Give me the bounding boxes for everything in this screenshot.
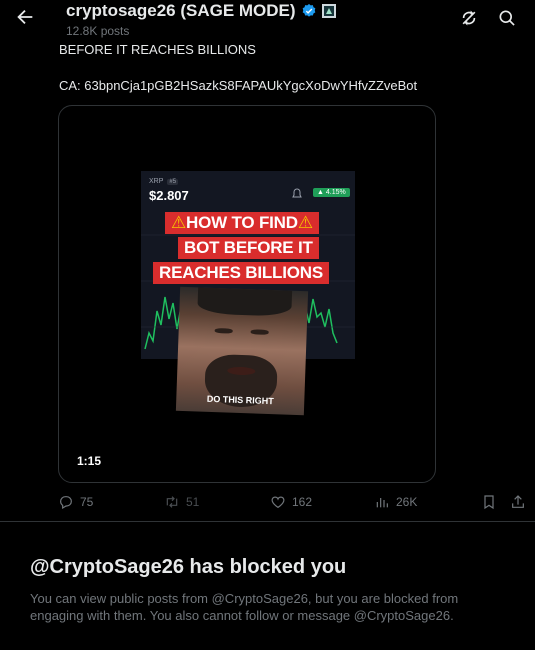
reply-icon — [60, 496, 72, 510]
verified-badge-icon — [302, 4, 315, 17]
share-icon — [512, 495, 524, 508]
presenter-face-image: DO THIS RIGHT — [175, 286, 309, 416]
refresh-icon[interactable] — [459, 8, 479, 28]
post-count: 12.8K posts — [66, 24, 130, 38]
section-divider — [0, 521, 535, 522]
warning-icon: ⚠ — [297, 213, 313, 232]
search-icon[interactable] — [497, 8, 517, 28]
blocked-notice-body: You can view public posts from @CryptoSa… — [30, 591, 459, 623]
views-icon — [376, 498, 388, 508]
like-icon — [271, 496, 285, 509]
like-button[interactable]: 162 — [270, 494, 312, 510]
blocked-notice-title: @CryptoSage26 has blocked you — [30, 556, 347, 578]
tweet-action-bar: 75 51 162 26K — [0, 494, 535, 514]
video-thumbnail: XRP #5 $2.807 ▲ 4.15% ⚠HOW TO FIND⚠ BOT B… — [141, 171, 355, 461]
profile-header: cryptosage26 (SAGE MODE) 12.8K posts — [0, 0, 535, 40]
ticker-label: XRP #5 — [149, 178, 179, 185]
percent-change-badge: ▲ 4.15% — [313, 188, 350, 197]
affiliate-badge-icon[interactable] — [321, 4, 336, 18]
repost-icon — [166, 496, 178, 508]
bookmark-icon — [484, 495, 494, 510]
views-count: 26K — [396, 495, 418, 509]
bell-icon — [292, 188, 302, 198]
video-player[interactable]: XRP #5 $2.807 ▲ 4.15% ⚠HOW TO FIND⚠ BOT B… — [58, 105, 436, 483]
reply-button[interactable]: 75 — [58, 494, 93, 510]
headline-banner-line: BOT BEFORE IT — [178, 237, 319, 259]
tweet-text-line: BEFORE IT REACHES BILLIONS — [59, 42, 256, 57]
back-arrow-icon[interactable] — [14, 6, 36, 28]
warning-icon: ⚠ — [171, 213, 187, 232]
title-row: cryptosage26 (SAGE MODE) — [66, 1, 336, 21]
like-count: 162 — [292, 495, 313, 509]
video-duration: 1:15 — [77, 454, 102, 468]
repost-count: 51 — [186, 495, 200, 509]
share-button[interactable] — [510, 494, 526, 510]
headline-banner-line: ⚠HOW TO FIND⚠ — [165, 212, 319, 234]
views-button[interactable]: 26K — [374, 494, 417, 510]
reply-count: 75 — [80, 495, 94, 509]
bookmark-button[interactable] — [481, 494, 497, 510]
repost-button[interactable]: 51 — [164, 494, 199, 510]
headline-banner-line: REACHES BILLIONS — [153, 262, 329, 284]
profile-name[interactable]: cryptosage26 (SAGE MODE) — [66, 1, 296, 21]
contract-address-text: CA: 63bpnCja1pGB2HSazkS8FAPAUkYgcXoDwYHf… — [59, 78, 418, 93]
